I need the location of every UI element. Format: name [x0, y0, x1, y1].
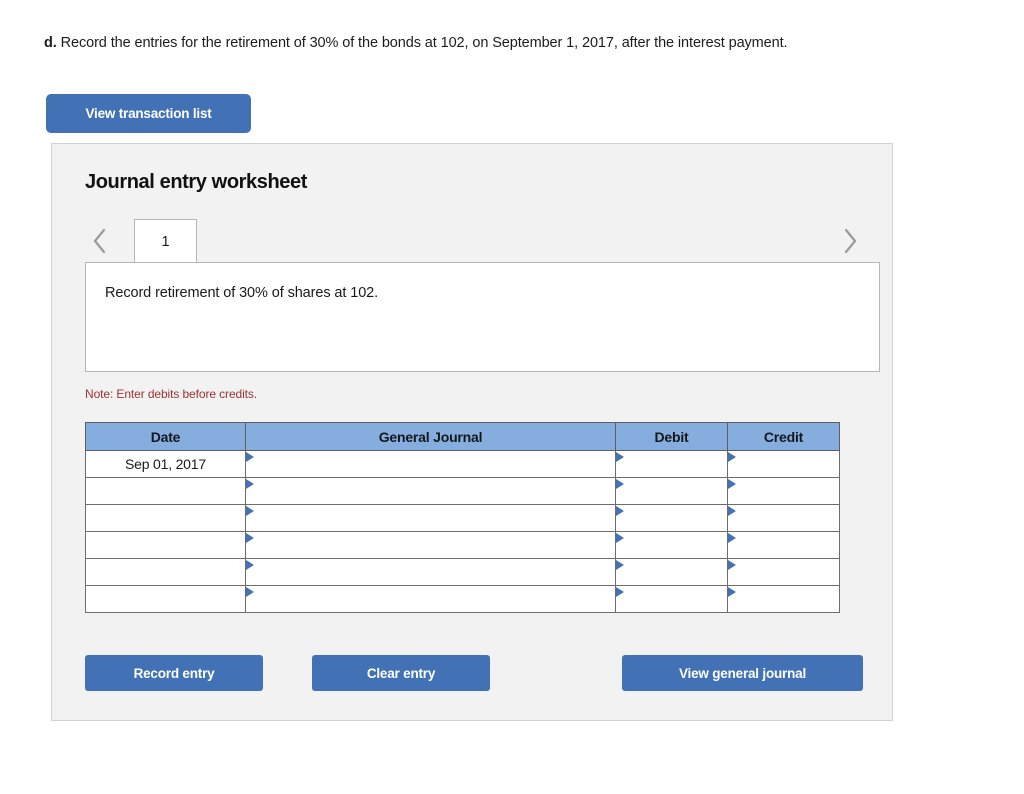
cell-debit-3[interactable] [615, 531, 728, 559]
cell-debit-0[interactable] [615, 450, 728, 478]
cell-date-0[interactable]: Sep 01, 2017 [85, 450, 246, 478]
question-text: Record the entries for the retirement of… [60, 35, 788, 51]
cell-date-2[interactable] [85, 504, 246, 532]
chevron-left-icon[interactable] [87, 223, 113, 257]
cell-date-1[interactable] [85, 477, 246, 505]
worksheet-title: Journal entry worksheet [85, 171, 307, 193]
journal-entry-worksheet-panel: Journal entry worksheet 1 Record retirem… [51, 143, 893, 721]
cell-date-3[interactable] [85, 531, 246, 559]
table-row: Sep 01, 2017 [85, 450, 840, 478]
cell-credit-5[interactable] [727, 585, 840, 613]
cell-credit-3[interactable] [727, 531, 840, 559]
worksheet-tab-strip: 1 [85, 219, 863, 263]
table-row [85, 504, 840, 532]
cell-general-journal-4[interactable] [245, 558, 616, 586]
view-general-journal-button[interactable]: View general journal [622, 655, 863, 691]
cell-general-journal-1[interactable] [245, 477, 616, 505]
journal-table-wrapper: Date General Journal Debit Credit Sep 01… [85, 422, 840, 613]
column-header-general-journal: General Journal [245, 422, 616, 451]
instruction-text: Record retirement of 30% of shares at 10… [105, 285, 379, 301]
cell-general-journal-2[interactable] [245, 504, 616, 532]
cell-general-journal-0[interactable] [245, 450, 616, 478]
instruction-box: Record retirement of 30% of shares at 10… [85, 262, 880, 372]
table-row [85, 531, 840, 559]
clear-entry-button[interactable]: Clear entry [312, 655, 490, 691]
cell-debit-4[interactable] [615, 558, 728, 586]
column-header-date: Date [85, 422, 246, 451]
chevron-right-icon[interactable] [837, 223, 863, 257]
debit-credit-note: Note: Enter debits before credits. [85, 387, 258, 401]
question-prompt: d. Record the entries for the retirement… [44, 33, 994, 53]
cell-general-journal-5[interactable] [245, 585, 616, 613]
view-transaction-list-button[interactable]: View transaction list [46, 94, 251, 133]
column-header-credit: Credit [727, 422, 840, 451]
table-row [85, 558, 840, 586]
cell-debit-5[interactable] [615, 585, 728, 613]
cell-date-5[interactable] [85, 585, 246, 613]
table-row [85, 585, 840, 613]
column-header-debit: Debit [615, 422, 728, 451]
table-header-row: Date General Journal Debit Credit [85, 422, 840, 451]
cell-credit-0[interactable] [727, 450, 840, 478]
record-entry-button[interactable]: Record entry [85, 655, 263, 691]
cell-credit-1[interactable] [727, 477, 840, 505]
table-row [85, 477, 840, 505]
cell-debit-2[interactable] [615, 504, 728, 532]
cell-date-4[interactable] [85, 558, 246, 586]
cell-general-journal-3[interactable] [245, 531, 616, 559]
cell-credit-4[interactable] [727, 558, 840, 586]
journal-entry-table: Date General Journal Debit Credit Sep 01… [85, 422, 840, 613]
worksheet-tab-1[interactable]: 1 [134, 219, 197, 263]
cell-debit-1[interactable] [615, 477, 728, 505]
question-label: d. [44, 35, 57, 51]
cell-credit-2[interactable] [727, 504, 840, 532]
